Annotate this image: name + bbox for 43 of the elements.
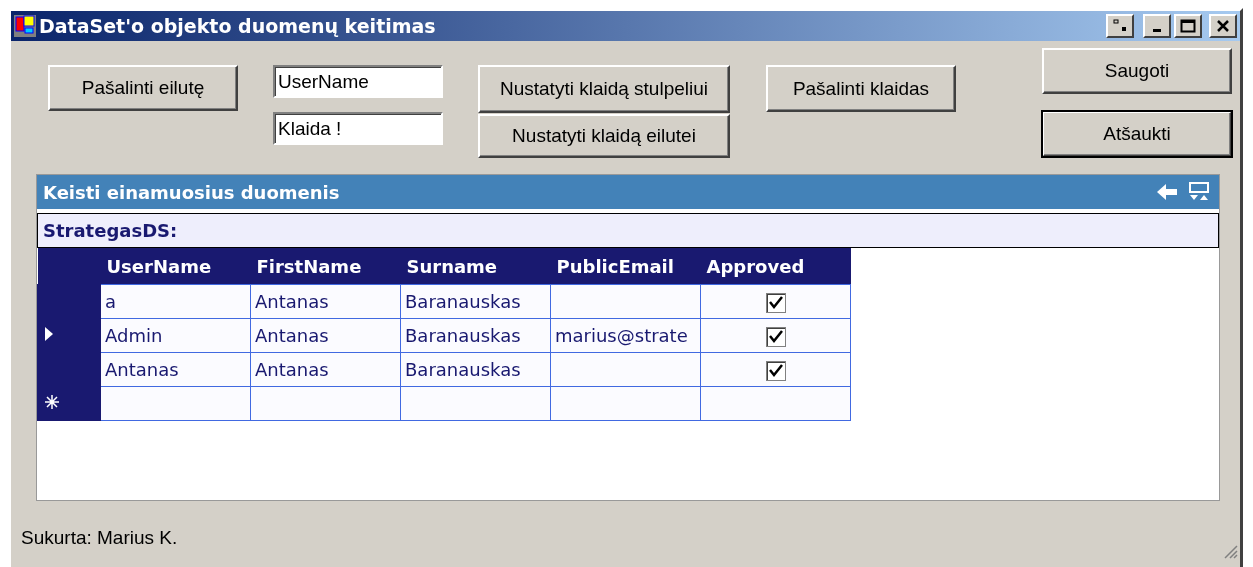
dialog-button[interactable]: Atšaukti xyxy=(1042,111,1232,157)
grid-caption: Keisti einamuosius duomenis xyxy=(43,181,340,203)
app-icon xyxy=(14,15,36,37)
dialog-button[interactable]: Saugoti xyxy=(1042,48,1232,94)
table-cell: Antanas xyxy=(255,359,329,380)
back-arrow-icon[interactable] xyxy=(1157,184,1177,200)
set-row-error-button[interactable]: Nustatyti klaidą eilutei xyxy=(478,114,730,158)
table-cell: a xyxy=(105,291,117,312)
remove-row-button[interactable]: Pašalinti eilutę xyxy=(48,65,238,111)
maximize-icon xyxy=(1180,19,1196,33)
table-cell: Antanas xyxy=(105,359,179,380)
input-field[interactable]: Klaida ! xyxy=(273,112,443,145)
maximize-button[interactable] xyxy=(1174,14,1202,38)
clear-errors-button[interactable]: Pašalinti klaidas xyxy=(766,65,956,112)
table-cell: Antanas xyxy=(255,325,329,346)
minimize-button[interactable] xyxy=(1143,14,1171,38)
checkbox[interactable] xyxy=(765,326,786,347)
minimize-icon xyxy=(1153,28,1161,32)
help-button[interactable] xyxy=(1106,14,1134,38)
table-cell: Baranauskas xyxy=(405,359,521,380)
column-header[interactable]: UserName xyxy=(100,248,251,285)
input-field[interactable]: UserName xyxy=(273,65,443,98)
column-header[interactable]: Approved xyxy=(700,248,851,285)
status-text: Sukurta: Marius K. xyxy=(21,527,179,549)
dataset-name: StrategasDS: xyxy=(43,220,178,241)
show-details-icon[interactable] xyxy=(1189,182,1209,202)
set-column-error-button[interactable]: Nustatyti klaidą stulpeliui xyxy=(478,65,730,113)
column-header[interactable]: PublicEmail xyxy=(550,248,701,285)
resize-grip-icon[interactable] xyxy=(1222,543,1238,559)
table-cell: marius@strate xyxy=(555,325,688,346)
table-cell: Baranauskas xyxy=(405,291,521,312)
column-header[interactable]: Surname xyxy=(400,248,551,285)
column-header[interactable]: FirstName xyxy=(250,248,401,285)
window-title: DataSet'o objekto duomenų keitimas xyxy=(39,15,437,37)
table-cell: Baranauskas xyxy=(405,325,521,346)
table-cell: Antanas xyxy=(255,291,329,312)
help-icon xyxy=(1112,19,1128,33)
close-icon xyxy=(1216,19,1230,33)
checkbox[interactable] xyxy=(765,360,786,381)
checkbox[interactable] xyxy=(765,292,786,313)
table-cell: Admin xyxy=(105,325,163,346)
new-row-icon xyxy=(44,394,60,410)
close-button[interactable] xyxy=(1209,14,1237,38)
